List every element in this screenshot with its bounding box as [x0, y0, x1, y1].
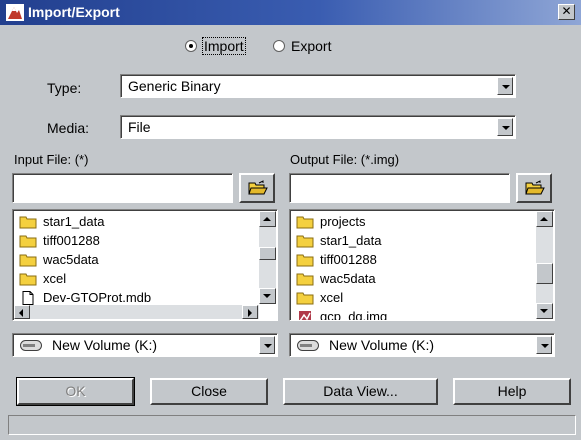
file-name: star1_data [320, 233, 382, 248]
file-name: xcel [320, 290, 344, 305]
scroll-down-button[interactable] [536, 303, 553, 319]
input-file-list[interactable]: star1_data tiff001288 wac5data xcel Dev-… [12, 209, 278, 321]
drive-icon [20, 340, 42, 351]
folder-icon [296, 273, 314, 285]
media-dropdown-button[interactable] [497, 118, 513, 136]
scroll-left-button[interactable] [14, 305, 30, 319]
input-browse-button[interactable] [239, 173, 275, 203]
type-value: Generic Binary [128, 78, 221, 94]
close-window-button[interactable]: ✕ [558, 4, 575, 20]
scroll-thumb[interactable] [536, 263, 553, 284]
app-icon [6, 4, 24, 21]
file-name: tiff001288 [43, 233, 100, 248]
import-radio-indicator[interactable] [185, 40, 197, 52]
export-radio-indicator[interactable] [273, 40, 285, 52]
input-volume-dropdown-button[interactable] [259, 336, 275, 354]
output-file-field[interactable] [289, 173, 510, 203]
media-value: File [128, 119, 151, 135]
status-bar [8, 415, 576, 435]
window-title: Import/Export [28, 4, 120, 20]
output-vertical-scrollbar[interactable] [536, 211, 553, 319]
help-button[interactable]: Help [453, 378, 571, 405]
output-browse-button[interactable] [516, 173, 552, 203]
media-select[interactable]: File [120, 115, 516, 139]
list-item[interactable]: star1_data [13, 212, 259, 231]
scroll-down-button[interactable] [259, 288, 276, 304]
list-item[interactable]: projects [290, 212, 536, 231]
drive-icon [297, 340, 319, 351]
list-item[interactable]: gcp_dg.img [290, 307, 536, 321]
file-name: star1_data [43, 214, 105, 229]
list-item[interactable]: tiff001288 [13, 231, 259, 250]
input-vertical-scrollbar[interactable] [259, 211, 276, 304]
folder-icon [296, 292, 314, 304]
input-volume-value: New Volume (K:) [52, 337, 158, 353]
list-item[interactable]: star1_data [290, 231, 536, 250]
list-item[interactable]: tiff001288 [290, 250, 536, 269]
type-label: Type: [47, 80, 82, 96]
file-name: tiff001288 [320, 252, 377, 267]
input-volume-select[interactable]: New Volume (K:) [12, 333, 278, 357]
file-icon [22, 290, 34, 305]
file-name: gcp_dg.img [320, 309, 388, 321]
image-file-icon [299, 310, 311, 320]
list-item[interactable]: xcel [13, 269, 259, 288]
file-name: Dev-GTOProt.mdb [43, 290, 152, 305]
list-item[interactable]: wac5data [13, 250, 259, 269]
export-radio[interactable]: Export [273, 38, 331, 54]
input-file-label: Input File: (*) [14, 152, 89, 167]
folder-icon [296, 254, 314, 266]
scroll-up-button[interactable] [536, 211, 553, 227]
output-volume-select[interactable]: New Volume (K:) [289, 333, 555, 357]
folder-icon [296, 235, 314, 247]
file-name: wac5data [43, 252, 99, 267]
open-folder-icon [248, 180, 268, 195]
output-file-items: projects star1_data tiff001288 wac5data … [290, 212, 536, 321]
folder-icon [19, 254, 37, 266]
output-file-label: Output File: (*.img) [290, 152, 400, 167]
scroll-up-button[interactable] [259, 211, 276, 227]
input-horizontal-scrollbar[interactable] [14, 305, 259, 319]
ok-button[interactable]: OK [16, 377, 135, 406]
file-name: projects [320, 214, 366, 229]
import-radio[interactable]: Import [185, 37, 246, 55]
export-radio-label[interactable]: Export [291, 38, 331, 54]
output-volume-value: New Volume (K:) [329, 337, 435, 353]
title-bar: Import/Export ✕ [0, 0, 581, 25]
input-file-field[interactable] [12, 173, 233, 203]
file-name: wac5data [320, 271, 376, 286]
input-file-items: star1_data tiff001288 wac5data xcel Dev-… [13, 212, 259, 307]
list-item[interactable]: xcel [290, 288, 536, 307]
open-folder-icon [525, 180, 545, 195]
file-name: xcel [43, 271, 67, 286]
close-button[interactable]: Close [150, 378, 268, 405]
output-file-list[interactable]: projects star1_data tiff001288 wac5data … [289, 209, 555, 321]
output-volume-dropdown-button[interactable] [536, 336, 552, 354]
folder-icon [19, 216, 37, 228]
list-item[interactable]: wac5data [290, 269, 536, 288]
data-view-button[interactable]: Data View... [283, 378, 438, 405]
media-label: Media: [47, 120, 90, 136]
type-select[interactable]: Generic Binary [120, 74, 516, 98]
folder-icon [19, 273, 37, 285]
scroll-right-button[interactable] [242, 305, 258, 319]
import-radio-label[interactable]: Import [202, 37, 246, 55]
scroll-thumb[interactable] [259, 247, 276, 260]
type-dropdown-button[interactable] [497, 77, 513, 95]
folder-icon [296, 216, 314, 228]
folder-icon [19, 235, 37, 247]
